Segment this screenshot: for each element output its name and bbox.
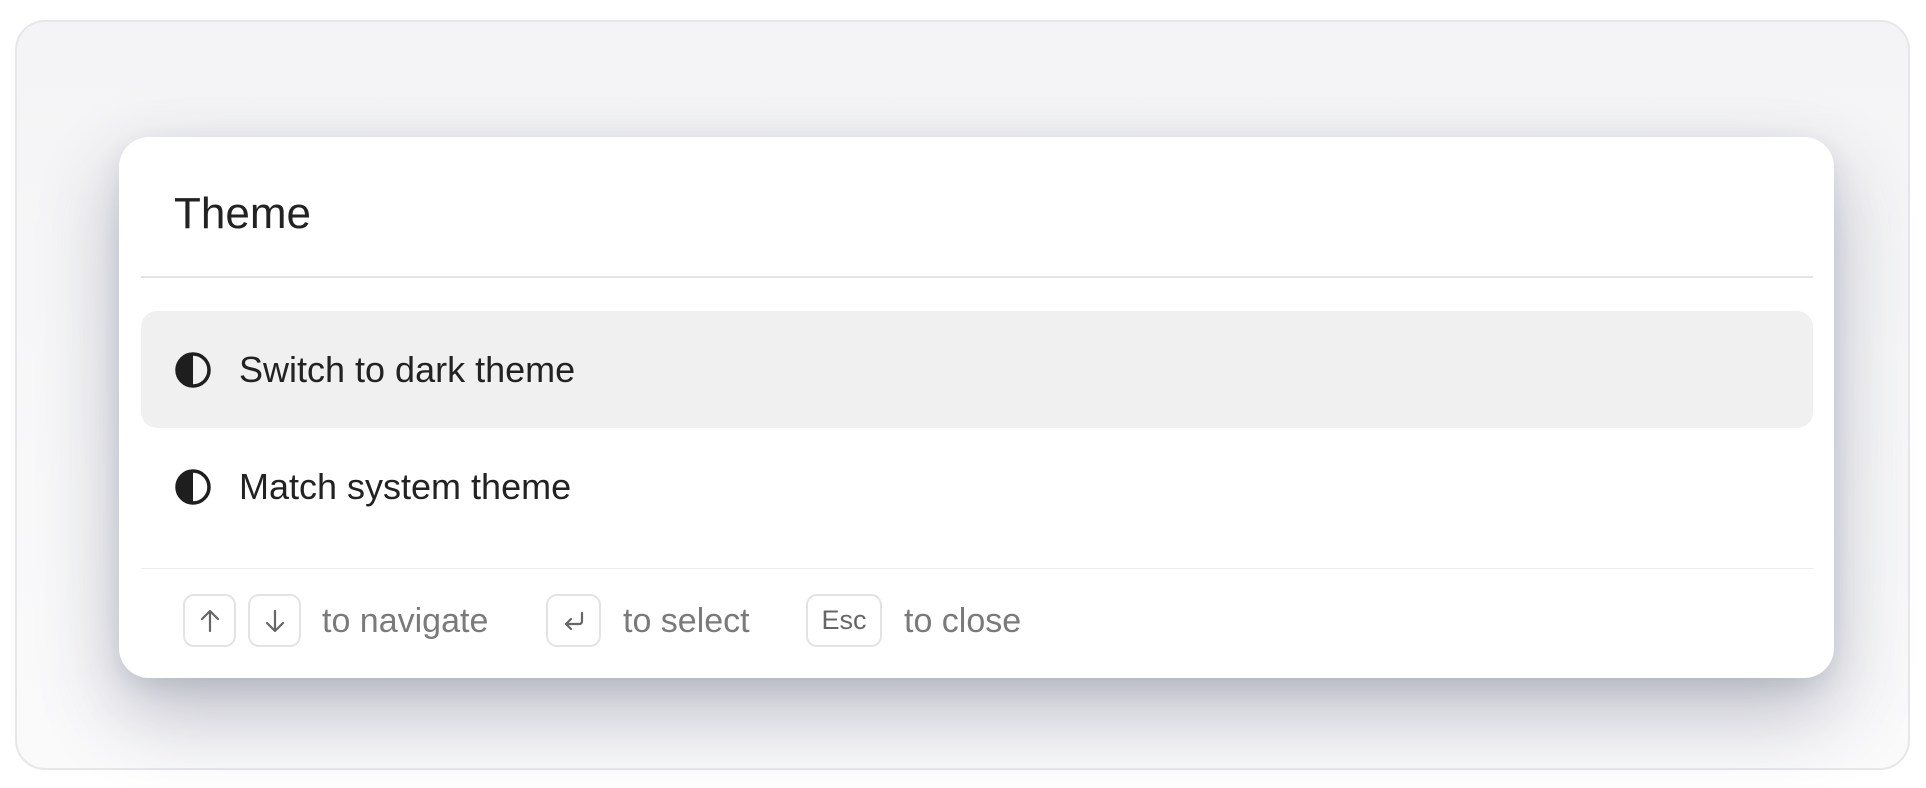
close-hint: to close	[904, 602, 1022, 640]
window-frame: Theme Switch to dark theme Match system …	[15, 20, 1910, 770]
option-label: Switch to dark theme	[239, 349, 576, 390]
enter-icon	[564, 611, 583, 630]
select-hint: to select	[623, 602, 750, 640]
palette-title: Theme	[174, 189, 311, 238]
option-switch-to-dark-theme[interactable]: Switch to dark theme	[141, 311, 1813, 428]
footer-divider	[141, 568, 1813, 569]
keyboard-hints: to navigate to select Esc to close	[119, 594, 1834, 650]
arrow-down-key	[248, 594, 301, 647]
arrow-up-icon	[200, 609, 219, 632]
esc-key: Esc	[806, 594, 882, 647]
title-divider	[141, 276, 1813, 278]
arrow-up-key	[183, 594, 236, 647]
contrast-icon	[175, 352, 211, 388]
arrow-down-icon	[265, 609, 284, 632]
contrast-icon	[175, 469, 211, 505]
enter-key	[546, 594, 601, 647]
command-palette: Theme Switch to dark theme Match system …	[119, 137, 1834, 678]
option-match-system-theme[interactable]: Match system theme	[141, 428, 1813, 545]
navigate-hint: to navigate	[322, 602, 489, 640]
option-label: Match system theme	[239, 466, 572, 507]
